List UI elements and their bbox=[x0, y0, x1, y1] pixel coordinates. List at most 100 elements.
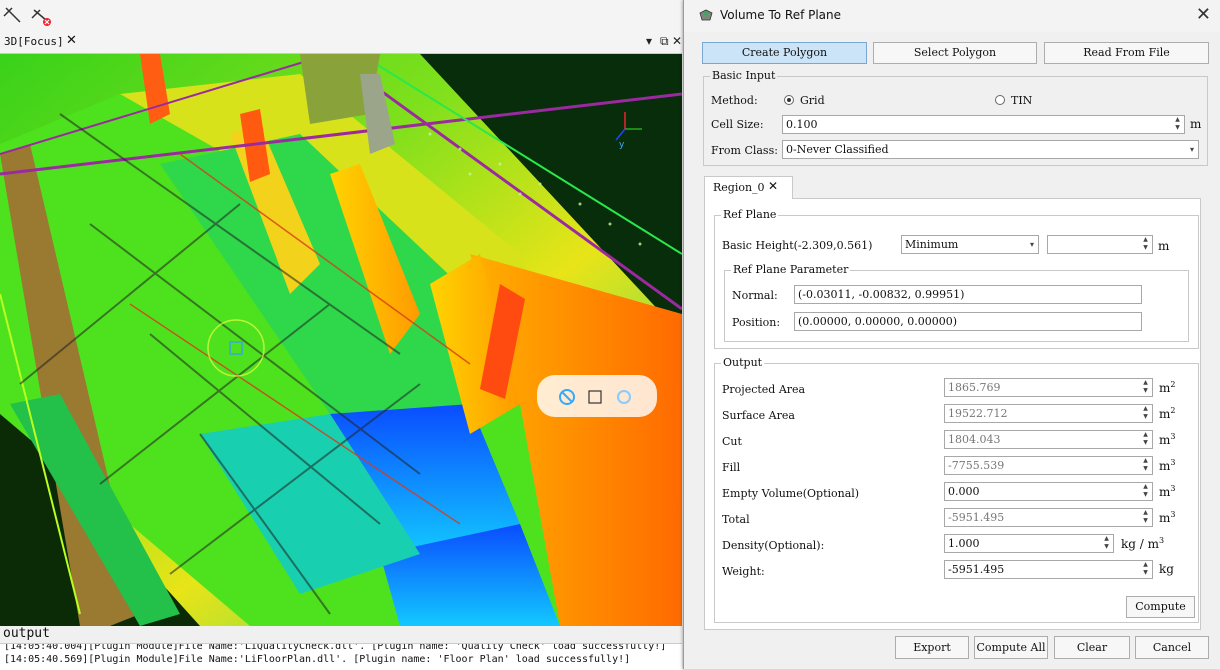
spinner-icon[interactable]: ▲ ▼ bbox=[1140, 236, 1151, 253]
log-line: [14:05:40.004][Plugin Module]File Name:'… bbox=[4, 643, 667, 652]
ref-plane-parameter-title: Ref Plane Parameter bbox=[731, 263, 851, 276]
basic-height-mode-value: Minimum bbox=[905, 238, 959, 251]
empty-volume-field[interactable]: 0.000 ▲ ▼ bbox=[944, 482, 1153, 501]
unit-exponent: 3 bbox=[1170, 458, 1176, 467]
measure-clear-icon[interactable] bbox=[30, 4, 52, 26]
fill-field[interactable]: -7755.539 ▲ ▼ bbox=[944, 456, 1153, 475]
create-polygon-button[interactable]: Create Polygon bbox=[702, 42, 867, 64]
chevron-down-icon: ▾ bbox=[1029, 240, 1034, 249]
position-input[interactable]: (0.00000, 0.00000, 0.00000) bbox=[794, 312, 1142, 331]
normal-value: (-0.03011, -0.00832, 0.99951) bbox=[798, 288, 965, 301]
close-icon[interactable]: ✕ bbox=[1196, 4, 1211, 25]
density-label: Density(Optional): bbox=[722, 539, 825, 552]
projected-area-field[interactable]: 1865.769 ▲ ▼ bbox=[944, 378, 1153, 397]
cut-field[interactable]: 1804.043 ▲ ▼ bbox=[944, 430, 1153, 449]
method-grid-radio[interactable] bbox=[784, 95, 794, 105]
cell-size-label: Cell Size: bbox=[711, 118, 764, 131]
method-tin-radio[interactable] bbox=[995, 95, 1005, 105]
spinner-icon[interactable]: ▲ ▼ bbox=[1140, 431, 1151, 448]
surface-area-unit: m2 bbox=[1159, 406, 1175, 421]
basic-height-mode-select[interactable]: Minimum ▾ bbox=[901, 235, 1039, 254]
basic-height-unit: m bbox=[1158, 239, 1170, 253]
weight-unit: kg bbox=[1159, 562, 1174, 576]
compute-button[interactable]: Compute bbox=[1126, 596, 1195, 618]
spinner-icon[interactable]: ▲ ▼ bbox=[1172, 116, 1183, 133]
fill-value: -7755.539 bbox=[948, 459, 1005, 472]
normal-input[interactable]: (-0.03011, -0.00832, 0.99951) bbox=[794, 285, 1142, 304]
fill-unit: m3 bbox=[1159, 458, 1175, 473]
float-window-icon[interactable]: ⧉ bbox=[660, 34, 669, 49]
projected-area-unit: m2 bbox=[1159, 380, 1175, 395]
output-panel-title: output bbox=[0, 626, 682, 643]
from-class-value: 0-Never Classified bbox=[786, 143, 889, 156]
spinner-icon[interactable]: ▲ ▼ bbox=[1140, 561, 1151, 578]
compute-all-button[interactable]: Compute All bbox=[974, 636, 1048, 659]
spinner-icon[interactable]: ▲ ▼ bbox=[1140, 509, 1151, 526]
select-polygon-button[interactable]: Select Polygon bbox=[873, 42, 1037, 64]
weight-value: -5951.495 bbox=[948, 563, 1005, 576]
unit-exponent: 3 bbox=[1170, 484, 1176, 493]
unit-text: m bbox=[1159, 381, 1171, 395]
cut-unit: m3 bbox=[1159, 432, 1175, 447]
dropdown-icon[interactable]: ▾ bbox=[646, 34, 652, 48]
fill-label: Fill bbox=[722, 461, 741, 474]
dialog-title: Volume To Ref Plane bbox=[720, 8, 842, 22]
weight-field[interactable]: -5951.495 ▲ ▼ bbox=[944, 560, 1153, 579]
spinner-icon[interactable]: ▲ ▼ bbox=[1140, 405, 1151, 422]
region-tab-label: Region_0 bbox=[713, 181, 765, 194]
cancel-button[interactable]: Cancel bbox=[1135, 636, 1209, 659]
unit-exponent: 3 bbox=[1170, 432, 1176, 441]
export-button[interactable]: Export bbox=[895, 636, 969, 659]
projected-area-label: Projected Area bbox=[722, 383, 806, 396]
position-label: Position: bbox=[732, 316, 781, 329]
spinner-icon[interactable]: ▲ ▼ bbox=[1101, 535, 1112, 552]
surface-area-field[interactable]: 19522.712 ▲ ▼ bbox=[944, 404, 1153, 423]
measure-line-icon[interactable] bbox=[2, 4, 24, 26]
empty-volume-unit: m3 bbox=[1159, 484, 1175, 499]
unit-exponent: 3 bbox=[1170, 510, 1176, 519]
close-icon[interactable]: ✕ bbox=[768, 179, 778, 193]
unit-exponent: 3 bbox=[1159, 536, 1165, 545]
unit-text: m bbox=[1159, 407, 1171, 421]
unit-exponent: 2 bbox=[1170, 406, 1176, 415]
volume-to-ref-plane-dialog: Volume To Ref Plane ✕ Create Polygon Sel… bbox=[683, 0, 1220, 669]
density-unit: kg / m3 bbox=[1121, 536, 1164, 551]
empty-volume-value: 0.000 bbox=[948, 485, 980, 498]
cell-size-input[interactable]: 0.100 ▲ ▼ bbox=[782, 115, 1185, 134]
projected-area-value: 1865.769 bbox=[948, 381, 1001, 394]
empty-volume-label: Empty Volume(Optional) bbox=[722, 487, 860, 500]
spinner-icon[interactable]: ▲ ▼ bbox=[1140, 457, 1151, 474]
unit-text: kg / m bbox=[1121, 537, 1160, 551]
unit-text: m bbox=[1159, 485, 1171, 499]
tab-region-0[interactable]: Region_0 ✕ bbox=[704, 176, 793, 199]
close-icon[interactable]: ✕ bbox=[66, 33, 77, 48]
from-class-label: From Class: bbox=[711, 144, 778, 157]
cut-value: 1804.043 bbox=[948, 433, 1001, 446]
basic-height-label: Basic Height(-2.309,0.561) bbox=[722, 239, 873, 252]
unit-text: m bbox=[1159, 433, 1171, 447]
cut-label: Cut bbox=[722, 435, 742, 448]
chevron-down-icon: ▾ bbox=[1189, 145, 1194, 154]
close-view-icon[interactable]: ✕ bbox=[672, 34, 682, 48]
cell-size-unit: m bbox=[1190, 117, 1202, 131]
cell-size-value: 0.100 bbox=[786, 118, 818, 131]
normal-label: Normal: bbox=[732, 289, 778, 302]
svg-text:y: y bbox=[619, 140, 625, 150]
spinner-icon[interactable]: ▲ ▼ bbox=[1140, 483, 1151, 500]
from-class-select[interactable]: 0-Never Classified ▾ bbox=[782, 140, 1199, 159]
dialog-titlebar: Volume To Ref Plane ✕ bbox=[684, 0, 1220, 32]
spinner-icon[interactable]: ▲ ▼ bbox=[1140, 379, 1151, 396]
position-value: (0.00000, 0.00000, 0.00000) bbox=[798, 315, 958, 328]
basic-height-input[interactable]: ▲ ▼ bbox=[1047, 235, 1153, 254]
output-group-title: Output bbox=[721, 356, 765, 369]
method-grid-label: Grid bbox=[800, 94, 825, 107]
view-tab-3d[interactable]: 3D[Focus] bbox=[4, 35, 64, 48]
output-log[interactable]: [14:05:40.004][Plugin Module]File Name:'… bbox=[0, 643, 682, 670]
read-from-file-button[interactable]: Read From File bbox=[1044, 42, 1209, 64]
ref-plane-parameter-group: Ref Plane Parameter bbox=[724, 263, 1189, 342]
density-field[interactable]: 1.000 ▲ ▼ bbox=[944, 534, 1114, 553]
point-cloud-viewport[interactable]: y bbox=[0, 54, 682, 626]
clear-button[interactable]: Clear bbox=[1054, 636, 1130, 659]
surface-area-label: Surface Area bbox=[722, 409, 795, 422]
total-field[interactable]: -5951.495 ▲ ▼ bbox=[944, 508, 1153, 527]
